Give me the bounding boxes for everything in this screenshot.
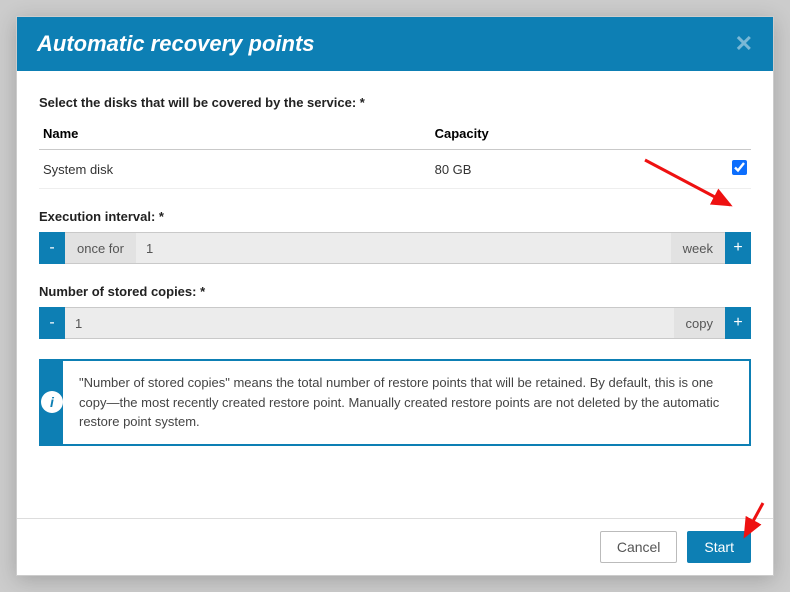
close-icon[interactable]: ✕ [735, 31, 753, 57]
table-row: System disk 80 GB [39, 150, 751, 189]
cancel-button[interactable]: Cancel [600, 531, 678, 563]
disk-name: System disk [39, 150, 431, 189]
copies-increment[interactable]: + [725, 307, 751, 339]
info-text: "Number of stored copies" means the tota… [63, 361, 749, 444]
copies-unit: copy [674, 307, 725, 339]
info-icon-column: i [41, 361, 63, 444]
interval-decrement[interactable]: - [39, 232, 65, 264]
col-capacity: Capacity [431, 118, 711, 150]
interval-increment[interactable]: + [725, 232, 751, 264]
copies-stepper: - copy + [39, 307, 751, 339]
interval-unit: week [671, 232, 725, 264]
disks-table: Name Capacity System disk 80 GB [39, 118, 751, 189]
disks-section-label: Select the disks that will be covered by… [39, 95, 751, 110]
interval-prefix: once for [65, 232, 136, 264]
modal-footer: Cancel Start [17, 518, 773, 575]
copies-label: Number of stored copies: * [39, 284, 751, 299]
disk-capacity: 80 GB [431, 150, 711, 189]
disk-checkbox[interactable] [732, 160, 747, 175]
info-box: i "Number of stored copies" means the to… [39, 359, 751, 446]
modal-header: Automatic recovery points ✕ [17, 17, 773, 71]
interval-stepper: - once for week + [39, 232, 751, 264]
interval-input[interactable] [136, 232, 671, 264]
modal-body: Select the disks that will be covered by… [17, 71, 773, 518]
info-icon: i [41, 391, 63, 413]
start-button[interactable]: Start [687, 531, 751, 563]
interval-label: Execution interval: * [39, 209, 751, 224]
col-name: Name [39, 118, 431, 150]
copies-decrement[interactable]: - [39, 307, 65, 339]
modal-title: Automatic recovery points [37, 31, 315, 57]
recovery-modal: Automatic recovery points ✕ Select the d… [16, 16, 774, 576]
copies-input[interactable] [65, 307, 674, 339]
